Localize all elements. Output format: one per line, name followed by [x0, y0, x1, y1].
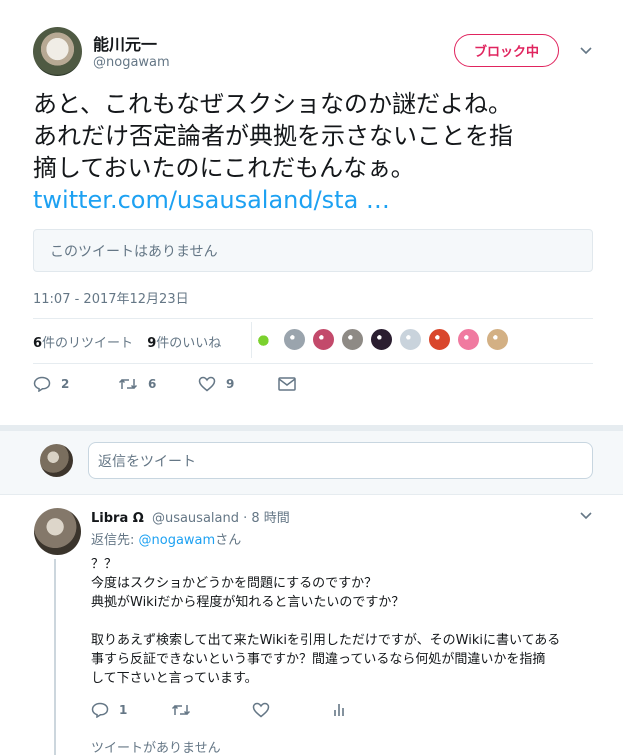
- tweet-text-line: あと、これもなぜスクショなのか謎だよね。: [33, 90, 513, 118]
- heart-icon: [198, 376, 216, 392]
- reply-action[interactable]: 2: [33, 376, 118, 392]
- reply-input[interactable]: 返信をツイート: [88, 442, 593, 479]
- direct-message-action[interactable]: [278, 377, 296, 391]
- reply-header: Libra Ω @usausaland · 8 時間: [91, 507, 290, 526]
- reply-text-line: して下さいと言っています。: [91, 671, 258, 686]
- reply-time[interactable]: · 8 時間: [243, 511, 290, 526]
- thread-line: [54, 559, 56, 755]
- reply-icon: [33, 376, 51, 392]
- tweet-actions: 2 6 9: [33, 376, 296, 392]
- like-action[interactable]: 9: [198, 376, 278, 392]
- liker-avatar[interactable]: [312, 328, 335, 351]
- liker-avatar[interactable]: [457, 328, 480, 351]
- liker-avatar[interactable]: [486, 328, 509, 351]
- tweet-timestamp[interactable]: 11:07 - 2017年12月23日: [33, 288, 189, 307]
- envelope-icon: [278, 377, 296, 391]
- reply-text: ？？ 今度はスクショかどうかを問題にするのですか？ 典拠がWikiだから程度が知…: [91, 555, 601, 688]
- retweet-action-count: 6: [148, 377, 157, 391]
- tweet-link[interactable]: twitter.com/usausaland/sta …: [33, 186, 390, 214]
- blocked-button[interactable]: ブロック中: [454, 34, 559, 67]
- divider: [33, 318, 593, 319]
- reply-text-line: 典拠がWikiだから程度が知れると言いたいのですか？: [91, 595, 405, 610]
- reply-author-avatar[interactable]: [34, 508, 81, 555]
- liker-avatar[interactable]: [254, 328, 277, 351]
- replying-to-mention[interactable]: @nogawam: [139, 533, 216, 548]
- reply-analytics-action[interactable]: [333, 703, 345, 717]
- reply-author-handle[interactable]: @usausaland: [152, 511, 239, 526]
- liker-avatars: [254, 328, 515, 354]
- reply-reply-count: 1: [119, 703, 128, 717]
- reply-text-line: [91, 612, 601, 631]
- tweet-text: あと、これもなぜスクショなのか謎だよね。 あれだけ否定論者が典拠を示さないことを…: [33, 88, 593, 184]
- analytics-icon: [333, 703, 345, 717]
- current-user-avatar: [40, 444, 73, 477]
- author-handle[interactable]: @nogawam: [93, 55, 170, 70]
- tweet-text-line: 摘しておいたのにこれだもんなぁ。: [33, 154, 415, 182]
- retweet-action[interactable]: 6: [118, 377, 198, 391]
- quoted-tweet-unavailable: このツイートはありません: [33, 229, 593, 272]
- retweet-icon: [171, 703, 191, 717]
- liker-avatar[interactable]: [341, 328, 364, 351]
- reply-text-line: ？？: [91, 557, 118, 572]
- retweet-stat[interactable]: 6件のリツイート: [33, 336, 133, 351]
- liker-avatar[interactable]: [370, 328, 393, 351]
- retweet-count: 6: [33, 336, 43, 351]
- author-name[interactable]: 能川元一: [93, 31, 157, 55]
- replying-to: 返信先: @nogawamさん: [91, 529, 241, 548]
- reply-reply-action[interactable]: 1: [91, 702, 171, 718]
- replying-to-suffix: さん: [215, 533, 242, 548]
- like-stat-label: 件のいいね: [156, 336, 222, 351]
- retweet-icon: [118, 377, 138, 391]
- reply-text-line: 取りあえず検索して出て来たWikiを引用しただけですが、そのWikiに書いてある: [91, 633, 561, 648]
- author-avatar[interactable]: [33, 27, 82, 76]
- chevron-down-icon[interactable]: [577, 507, 595, 525]
- replying-to-prefix: 返信先:: [91, 533, 139, 548]
- tweet-stats: 6件のリツイート 9件のいいね: [33, 332, 231, 351]
- heart-icon: [252, 702, 270, 718]
- no-tweets-notice: ツイートがありません: [91, 741, 221, 755]
- reply-compose: 返信をツイート: [0, 431, 623, 495]
- chevron-down-icon[interactable]: [577, 42, 595, 60]
- reply-text-line: 今度はスクショかどうかを問題にするのですか？: [91, 576, 378, 591]
- liker-avatar[interactable]: [428, 328, 451, 351]
- reply-count: 2: [61, 377, 70, 391]
- like-stat[interactable]: 9件のいいね: [147, 336, 221, 351]
- like-action-count: 9: [226, 377, 235, 391]
- main-tweet: 能川元一 @nogawam ブロック中 あと、これもなぜスクショなのか謎だよね。…: [0, 0, 623, 425]
- reply-icon: [91, 702, 109, 718]
- reply-like-action[interactable]: [252, 702, 333, 718]
- reply-retweet-action[interactable]: [171, 703, 252, 717]
- reply-author-name[interactable]: Libra Ω: [91, 511, 144, 526]
- tweet-text-line: あれだけ否定論者が典拠を示さないことを指: [33, 122, 513, 150]
- reply-tweet[interactable]: Libra Ω @usausaland · 8 時間 返信先: @nogawam…: [0, 496, 623, 755]
- liker-avatar[interactable]: [399, 328, 422, 351]
- stats-separator: [251, 322, 252, 358]
- liker-avatar[interactable]: [283, 328, 306, 351]
- divider: [33, 363, 593, 364]
- reply-actions: 1: [91, 702, 345, 718]
- retweet-stat-label: 件のリツイート: [42, 336, 134, 351]
- like-count: 9: [147, 336, 157, 351]
- reply-text-line: 事すら反証できないという事ですか？間違っているなら何処が間違いかを指摘: [91, 652, 546, 667]
